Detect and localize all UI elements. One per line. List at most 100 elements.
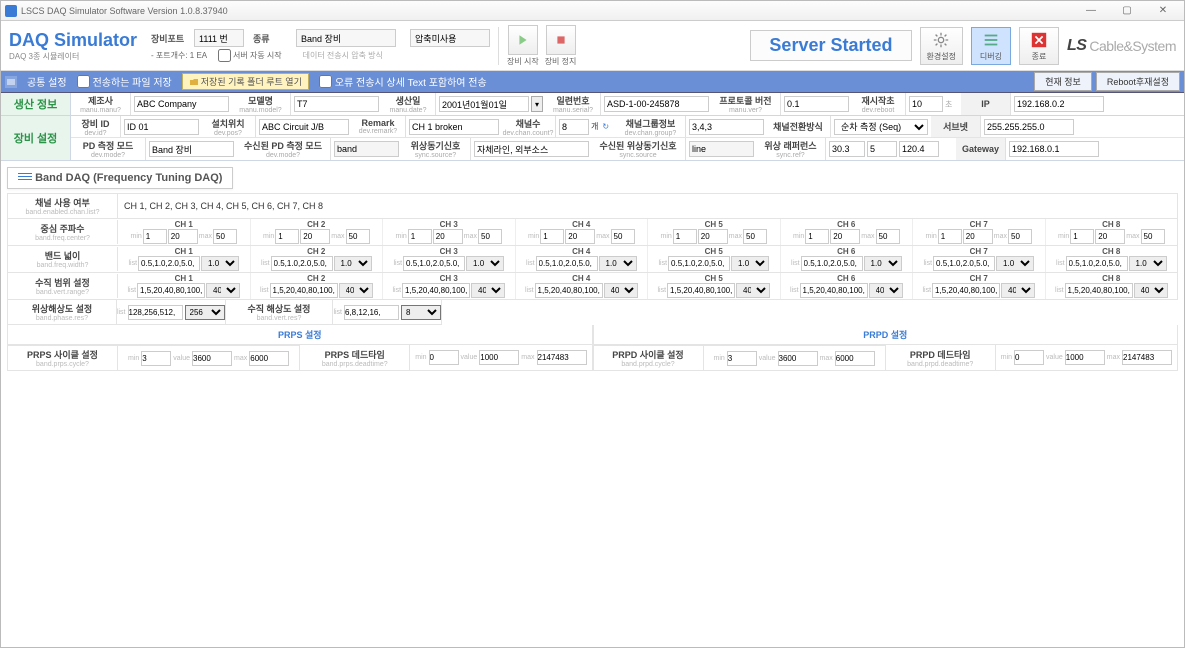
pdmode-input[interactable] (149, 141, 234, 157)
vert-list-input[interactable] (535, 283, 603, 298)
width-select[interactable]: 1.0 (599, 256, 637, 271)
remark-input[interactable] (409, 119, 499, 135)
prpd-cycle-min[interactable] (727, 351, 757, 366)
vert-select[interactable]: 40 (604, 283, 638, 298)
vert-select[interactable]: 40 (1001, 283, 1035, 298)
center-min-input[interactable] (275, 229, 299, 244)
width-list-input[interactable] (668, 256, 730, 271)
phase-res-list[interactable] (128, 305, 183, 320)
gateway-input[interactable] (1009, 141, 1099, 157)
reboot-sec-input[interactable] (909, 96, 943, 112)
vert-list-input[interactable] (402, 283, 470, 298)
center-min-input[interactable] (540, 229, 564, 244)
center-max-input[interactable] (876, 229, 900, 244)
vert-list-input[interactable] (1065, 283, 1133, 298)
center-max-input[interactable] (213, 229, 237, 244)
maximize-button[interactable]: ▢ (1110, 2, 1144, 20)
open-folder-button[interactable]: 저장된 기록 폴더 루트 열기 (182, 73, 309, 90)
type-input[interactable] (296, 29, 396, 47)
center-max-input[interactable] (1141, 229, 1165, 244)
tab-reboot-settings[interactable]: Reboot후재설정 (1096, 72, 1180, 91)
start-button[interactable] (508, 25, 538, 55)
prpd-dead-max[interactable] (1122, 350, 1172, 365)
manufacture-date-input[interactable] (439, 96, 529, 112)
ref-c-input[interactable] (899, 141, 939, 157)
exit-button[interactable]: 종료 (1019, 27, 1059, 65)
width-select[interactable]: 1.0 (201, 256, 239, 271)
vert-list-input[interactable] (932, 283, 1000, 298)
vert-select[interactable]: 40 (471, 283, 505, 298)
prps-cycle-min[interactable] (141, 351, 171, 366)
width-list-input[interactable] (138, 256, 200, 271)
prps-cycle-max[interactable] (249, 351, 289, 366)
center-max-input[interactable] (1008, 229, 1032, 244)
width-select[interactable]: 1.0 (864, 256, 902, 271)
width-select[interactable]: 1.0 (466, 256, 504, 271)
stop-button[interactable] (546, 25, 576, 55)
prps-dead-max[interactable] (537, 350, 587, 365)
channel-group-input[interactable] (689, 119, 764, 135)
protocol-input[interactable] (784, 96, 849, 112)
vert-list-input[interactable] (800, 283, 868, 298)
vert-select[interactable]: 40 (869, 283, 903, 298)
width-select[interactable]: 1.0 (334, 256, 372, 271)
tab-current-info[interactable]: 현재 정보 (1034, 72, 1092, 91)
center-min-input[interactable] (938, 229, 962, 244)
port-input[interactable] (194, 29, 244, 47)
calendar-button[interactable]: ▾ (531, 96, 543, 112)
prpd-cycle-val[interactable] (778, 351, 818, 366)
vert-select[interactable]: 40 (736, 283, 770, 298)
error-text-checkbox[interactable]: 오류 전송시 상세 Text 포함하여 전송 (319, 74, 487, 89)
center-min-input[interactable] (408, 229, 432, 244)
minimize-button[interactable]: — (1074, 2, 1108, 20)
width-select[interactable]: 1.0 (996, 256, 1034, 271)
center-min-input[interactable] (805, 229, 829, 244)
width-list-input[interactable] (271, 256, 333, 271)
width-select[interactable]: 1.0 (1129, 256, 1167, 271)
vert-list-input[interactable] (270, 283, 338, 298)
vert-select[interactable]: 40 (339, 283, 373, 298)
center-val-input[interactable] (1095, 229, 1125, 244)
center-min-input[interactable] (1070, 229, 1094, 244)
debug-button[interactable]: 디버깅 (971, 27, 1011, 65)
close-button[interactable]: ✕ (1146, 2, 1180, 20)
center-val-input[interactable] (963, 229, 993, 244)
autostart-checkbox[interactable]: 서버 자동 시작 (218, 49, 282, 62)
sync-source-input[interactable] (474, 141, 589, 157)
subnet-input[interactable] (984, 119, 1074, 135)
prps-cycle-val[interactable] (192, 351, 232, 366)
device-id-input[interactable] (124, 119, 199, 135)
save-on-send-checkbox[interactable]: 전송하는 파일 저장 (77, 74, 172, 89)
vert-res-list[interactable] (344, 305, 399, 320)
center-max-input[interactable] (478, 229, 502, 244)
center-val-input[interactable] (698, 229, 728, 244)
center-max-input[interactable] (346, 229, 370, 244)
width-list-input[interactable] (933, 256, 995, 271)
manufacturer-input[interactable] (134, 96, 229, 112)
model-input[interactable] (294, 96, 379, 112)
prpd-dead-val[interactable] (1065, 350, 1105, 365)
width-list-input[interactable] (536, 256, 598, 271)
serial-input[interactable] (604, 96, 709, 112)
prps-dead-val[interactable] (479, 350, 519, 365)
ref-a-input[interactable] (829, 141, 865, 157)
vert-res-select[interactable]: 8 (401, 305, 441, 320)
ip-input[interactable] (1014, 96, 1104, 112)
tab-band-daq[interactable]: Band DAQ (Frequency Tuning DAQ) (7, 167, 233, 189)
center-max-input[interactable] (611, 229, 635, 244)
vert-select[interactable]: 40 (1134, 283, 1168, 298)
center-val-input[interactable] (300, 229, 330, 244)
channel-count-input[interactable] (559, 119, 589, 135)
prpd-cycle-max[interactable] (835, 351, 875, 366)
center-min-input[interactable] (143, 229, 167, 244)
center-max-input[interactable] (743, 229, 767, 244)
refresh-icon[interactable]: ↻ (602, 122, 609, 131)
center-val-input[interactable] (830, 229, 860, 244)
center-val-input[interactable] (433, 229, 463, 244)
prpd-dead-min[interactable] (1014, 350, 1044, 365)
center-min-input[interactable] (673, 229, 697, 244)
prps-dead-min[interactable] (429, 350, 459, 365)
center-val-input[interactable] (565, 229, 595, 244)
center-val-input[interactable] (168, 229, 198, 244)
rotation-select[interactable]: 순차 측정 (Seq) (834, 119, 928, 135)
